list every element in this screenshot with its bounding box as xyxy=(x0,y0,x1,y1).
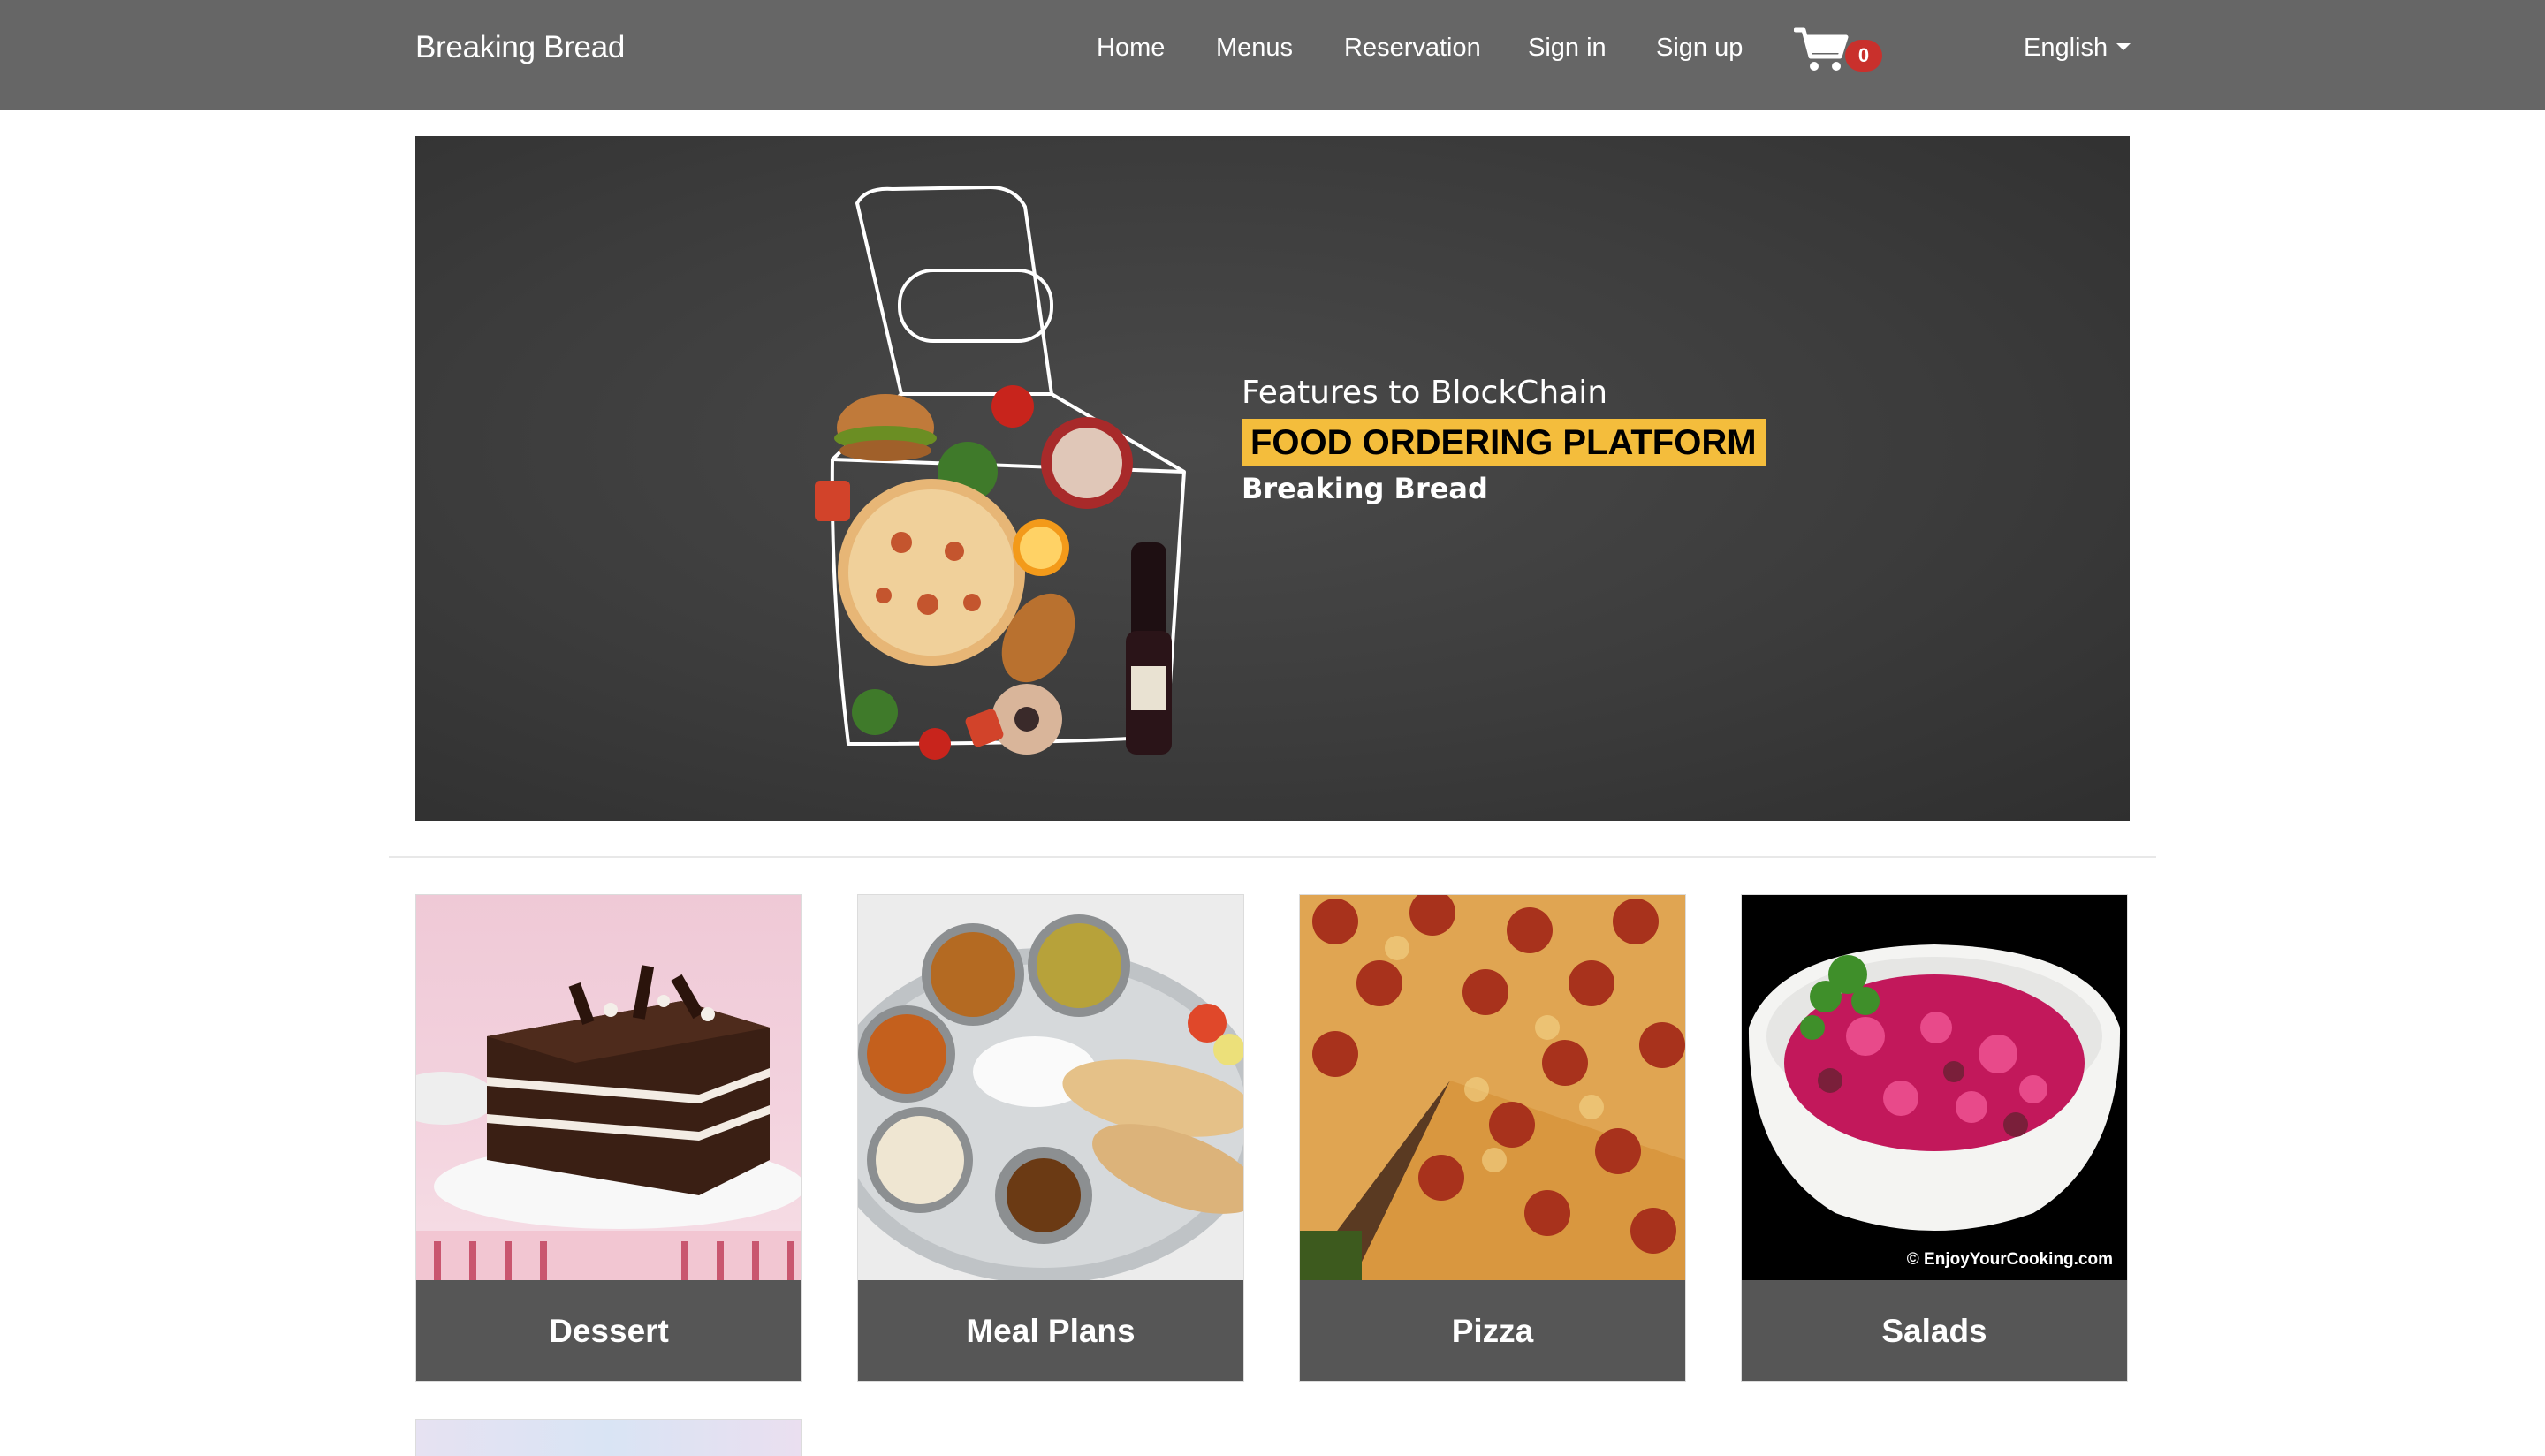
shopping-cart-icon xyxy=(1794,27,1849,71)
nav-sign-up-link[interactable]: Sign up xyxy=(1656,34,1743,63)
language-label: English xyxy=(2024,34,2108,62)
nav-reservation-link[interactable]: Reservation xyxy=(1344,34,1481,63)
dessert-image xyxy=(416,895,801,1280)
pizza-image xyxy=(1300,895,1685,1280)
category-card-partial[interactable] xyxy=(415,1419,802,1456)
category-card-meal-plans[interactable]: Meal Plans xyxy=(857,894,1244,1382)
brand-link[interactable]: Breaking Bread xyxy=(415,30,625,65)
category-label: Pizza xyxy=(1300,1280,1685,1381)
category-card-dessert[interactable]: Dessert xyxy=(415,894,802,1382)
salads-image: © EnjoyYourCooking.com xyxy=(1742,895,2127,1280)
language-dropdown[interactable]: English xyxy=(2024,34,2131,63)
top-navbar: Breaking Bread Home Menus Reservation Si… xyxy=(0,0,2545,110)
hero-banner: Features to BlockChain FOOD ORDERING PLA… xyxy=(415,136,2130,821)
section-divider xyxy=(389,856,2156,858)
chevron-down-icon xyxy=(2116,43,2131,51)
nav-menus-link[interactable]: Menus xyxy=(1216,34,1293,63)
category-card-pizza[interactable]: Pizza xyxy=(1299,894,1686,1382)
category-label: Meal Plans xyxy=(858,1280,1243,1381)
category-card-salads[interactable]: © EnjoyYourCooking.com Salads xyxy=(1741,894,2128,1382)
cart-button[interactable]: 0 xyxy=(1794,27,1882,80)
image-watermark: © EnjoyYourCooking.com xyxy=(1906,1250,2113,1269)
category-label: Salads xyxy=(1742,1280,2127,1381)
hero-brand: Breaking Bread xyxy=(1242,472,1488,505)
nav-sign-in-link[interactable]: Sign in xyxy=(1528,34,1607,63)
cart-count-badge: 0 xyxy=(1845,40,1882,72)
takeaway-box-illustration xyxy=(815,186,1186,760)
meal-plans-image xyxy=(858,895,1243,1280)
hero-tagline: Features to BlockChain xyxy=(1242,375,1608,411)
category-label: Dessert xyxy=(416,1280,801,1381)
nav-home-link[interactable]: Home xyxy=(1097,34,1165,63)
hero-headline: FOOD ORDERING PLATFORM xyxy=(1242,419,1766,466)
